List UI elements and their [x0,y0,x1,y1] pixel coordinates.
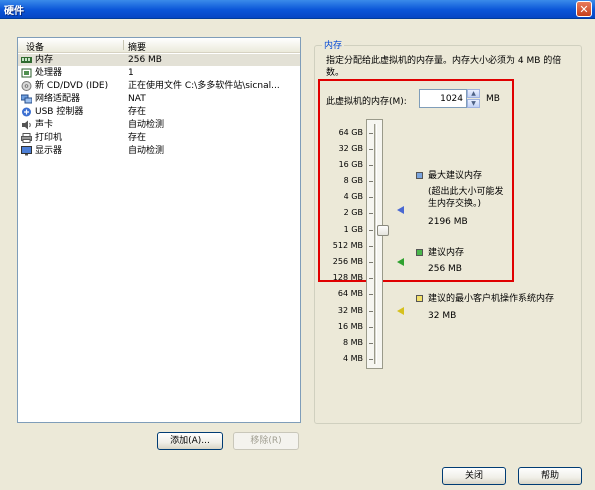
slider-tick-label: 512 MB [332,241,363,250]
slider-tick [369,359,373,360]
device-row-sound-card[interactable]: 声卡 自动检测 [18,119,300,131]
memory-group-title: 内存 [322,38,345,51]
slider-tick [369,197,373,198]
memory-icon [21,57,32,63]
slider-tick-label: 128 MB [332,273,363,282]
column-header-summary[interactable]: 摘要 [128,40,146,53]
device-row-network-adapter[interactable]: 网络适配器 NAT [18,93,300,105]
device-row-usb-controller[interactable]: USB 控制器 存在 [18,106,300,118]
memory-slider-thumb[interactable] [377,225,389,236]
memory-field-label: 此虚拟机的内存(M): [326,97,407,107]
device-row-memory[interactable]: 内存 256 MB [18,54,300,66]
device-summary: NAT [128,94,146,104]
slider-tick [369,149,373,150]
device-name: 打印机 [35,133,63,143]
max-recommended-swatch [416,172,423,179]
spin-down-button[interactable]: ▼ [467,99,480,108]
window-title: 硬件 [4,6,24,17]
max-recommended-value: 2196 MB [428,217,468,227]
device-summary: 存在 [128,107,147,117]
slider-tick [369,246,373,247]
slider-tick-label: 1 GB [343,225,363,234]
slider-tick-label: 8 GB [343,176,363,185]
slider-tick [369,311,373,312]
display-icon [21,146,32,156]
max-recommended-title: 最大建议内存 [428,171,483,181]
slider-tick [369,165,373,166]
slider-tick [369,343,373,344]
slider-tick-label: 2 GB [343,208,363,217]
device-name: 网络适配器 [35,94,81,104]
add-button[interactable]: 添加(A)... [157,432,223,450]
slider-tick [369,181,373,182]
device-row-cd-dvd[interactable]: 新 CD/DVD (IDE) 正在使用文件 C:\多多软件站\sicnal... [18,80,300,92]
minimum-recommended-value: 32 MB [428,311,457,321]
memory-unit: MB [486,94,500,104]
device-row-printer[interactable]: 打印机 存在 [18,132,300,144]
recommended-title: 建议内存 [428,248,465,258]
recommended-marker [397,258,404,266]
slider-tick [369,230,373,231]
title-bar: 硬件 ✕ [0,0,595,19]
slider-tick [369,133,373,134]
remove-button[interactable]: 移除(R) [233,432,299,450]
slider-tick-label: 32 MB [337,306,363,315]
spin-up-button[interactable]: ▲ [467,89,480,98]
device-row-display[interactable]: 显示器 自动检测 [18,145,300,157]
device-summary: 自动检测 [128,120,165,130]
slider-tick [369,327,373,328]
slider-tick-label: 8 MB [342,338,363,347]
slider-tick [369,294,373,295]
recommended-swatch [416,249,423,256]
processor-icon [21,68,32,78]
slider-tick-label: 64 MB [337,289,363,298]
slider-tick-label: 4 MB [342,354,363,363]
device-name: 声卡 [35,120,54,130]
network-adapter-icon [21,94,32,104]
max-recommended-marker [397,206,404,214]
device-summary: 存在 [128,133,147,143]
max-recommended-note: (超出此大小可能发生内存交换。) [428,187,504,209]
device-list: 设备 摘要 内存 256 MB 处理器 1 新 CD/DVD (IDE) 正在使… [17,37,301,423]
sound-card-icon [22,120,31,130]
device-name: 新 CD/DVD (IDE) [35,81,109,91]
device-name: 处理器 [35,68,63,78]
device-row-processor[interactable]: 处理器 1 [18,67,300,79]
help-button[interactable]: 帮助 [518,467,582,485]
minimum-recommended-swatch [416,295,423,302]
minimum-recommended-title: 建议的最小客户机操作系统内存 [428,294,555,304]
slider-tick-label: 16 MB [337,322,363,331]
column-separator [123,40,124,50]
recommended-value: 256 MB [428,264,462,274]
memory-size-input[interactable] [419,89,467,108]
minimum-recommended-marker [397,307,404,315]
slider-tick-label: 256 MB [332,257,363,266]
slider-tick [369,213,373,214]
slider-tick [369,262,373,263]
cd-dvd-icon [21,81,32,91]
device-name: 内存 [35,55,54,65]
device-summary: 自动检测 [128,146,165,156]
memory-spinner: ▲ ▼ [467,89,480,108]
usb-controller-icon [22,107,31,117]
device-summary: 256 MB [128,55,162,65]
slider-tick-label: 4 GB [343,192,363,201]
slider-tick-label: 16 GB [338,160,363,169]
device-name: 显示器 [35,146,63,156]
device-name: USB 控制器 [35,107,84,117]
slider-tick-label: 32 GB [338,144,363,153]
memory-description: 指定分配给此虚拟机的内存量。内存大小必须为 4 MB 的倍数。 [326,56,562,78]
list-header: 设备 摘要 [18,38,300,53]
window-close-button[interactable]: ✕ [576,1,592,17]
memory-slider-groove [374,124,377,364]
close-button[interactable]: 关闭 [442,467,506,485]
device-summary: 1 [128,68,134,78]
slider-tick-label: 64 GB [338,128,363,137]
device-summary: 正在使用文件 C:\多多软件站\sicnal... [128,81,280,91]
printer-icon [21,133,32,143]
column-header-device[interactable]: 设备 [26,40,44,53]
slider-tick [369,278,373,279]
